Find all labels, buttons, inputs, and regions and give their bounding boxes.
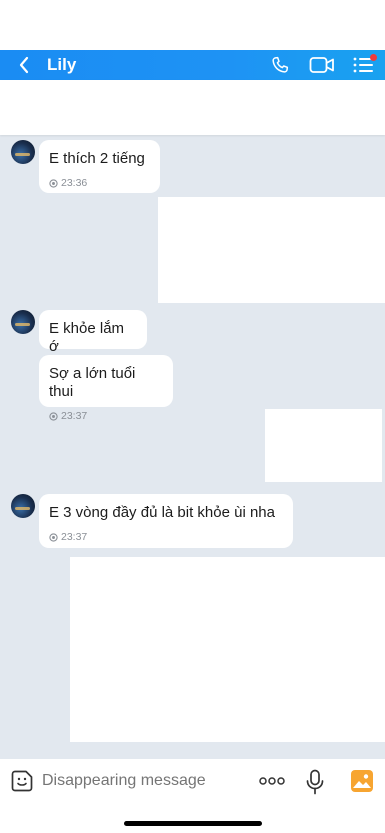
video-camera-icon — [309, 57, 334, 73]
message-text: Sợ a lớn tuổi thui — [49, 365, 136, 400]
message-bubble[interactable]: E 3 vòng đầy đủ là bit khỏe ùi nha 23:37 — [39, 494, 293, 548]
message-bubble[interactable]: Sợ a lớn tuổi thui 23:37 — [39, 355, 173, 422]
time-text: 23:36 — [61, 177, 88, 189]
video-call-button[interactable] — [301, 50, 343, 80]
message-text: E 3 vòng đầy đủ là bit khỏe ùi nha — [49, 504, 275, 521]
message-bubble[interactable]: E thích 2 tiếng 23:36 — [39, 140, 160, 193]
image-gallery-icon[interactable] — [351, 770, 373, 792]
back-button[interactable] — [0, 50, 48, 80]
menu-button[interactable] — [343, 50, 385, 80]
sticker-icon[interactable] — [10, 769, 34, 793]
message-time: 23:37 — [49, 528, 283, 546]
time-text: 23:37 — [61, 410, 88, 422]
redacted-message — [265, 409, 382, 482]
message-text: E khỏe lắm ớ — [49, 320, 125, 355]
clock-icon — [49, 532, 58, 542]
notification-dot — [370, 54, 377, 61]
time-text: 23:37 — [61, 531, 88, 543]
redacted-message — [70, 557, 385, 742]
contact-name[interactable]: Lily — [47, 55, 76, 75]
more-dots-icon[interactable] — [259, 773, 285, 789]
clock-icon — [49, 411, 58, 421]
message-time: 23:37 — [49, 407, 163, 425]
avatar[interactable] — [11, 494, 35, 518]
redacted-message — [158, 197, 385, 303]
microphone-icon[interactable] — [305, 769, 325, 795]
message-bubble[interactable]: E khỏe lắm ớ — [39, 310, 147, 355]
message-time: 23:36 — [49, 174, 150, 192]
avatar[interactable] — [11, 140, 35, 164]
chevron-left-icon — [19, 56, 29, 74]
pinned-banner — [0, 80, 385, 135]
clock-icon — [49, 178, 58, 188]
home-indicator — [124, 821, 262, 826]
message-input[interactable] — [42, 772, 242, 790]
phone-icon — [272, 56, 289, 73]
status-bar — [0, 0, 385, 50]
avatar[interactable] — [11, 310, 35, 334]
chat-header: Lily — [0, 50, 385, 80]
call-button[interactable] — [259, 50, 301, 80]
composer-bar — [0, 759, 385, 833]
message-text: E thích 2 tiếng — [49, 150, 145, 167]
